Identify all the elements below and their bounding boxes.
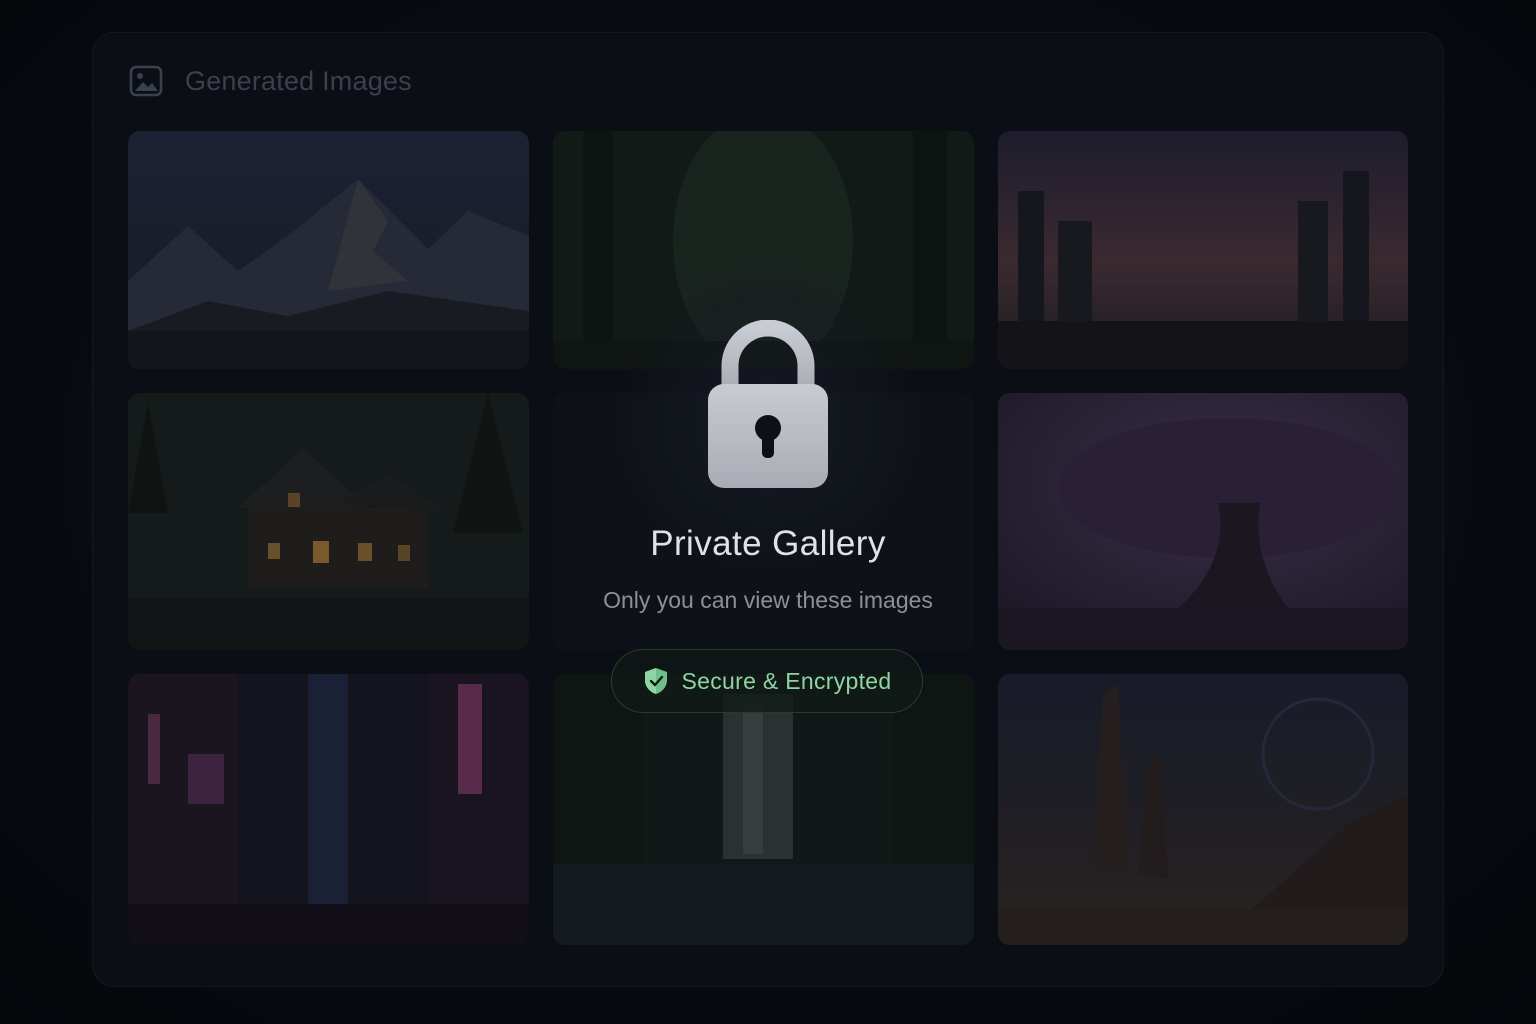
private-gallery-subtitle: Only you can view these images: [603, 587, 933, 613]
private-gallery-title: Private Gallery: [650, 524, 886, 563]
secure-badge: Secure & Encrypted: [611, 649, 923, 713]
secure-badge-label: Secure & Encrypted: [681, 667, 892, 694]
neon-street-thumbnail[interactable]: [128, 674, 529, 945]
desert-rock-thumbnail[interactable]: [998, 674, 1408, 945]
city-sunset-thumbnail[interactable]: [998, 131, 1408, 369]
waterfall-thumbnail[interactable]: [553, 674, 974, 945]
mountain-landscape-thumbnail[interactable]: [128, 131, 529, 369]
lock-icon: [704, 319, 832, 490]
image-icon: [129, 64, 163, 98]
gallery-header: Generated Images: [129, 63, 412, 99]
shield-check-icon: [643, 667, 669, 695]
gallery-title: Generated Images: [185, 65, 412, 96]
